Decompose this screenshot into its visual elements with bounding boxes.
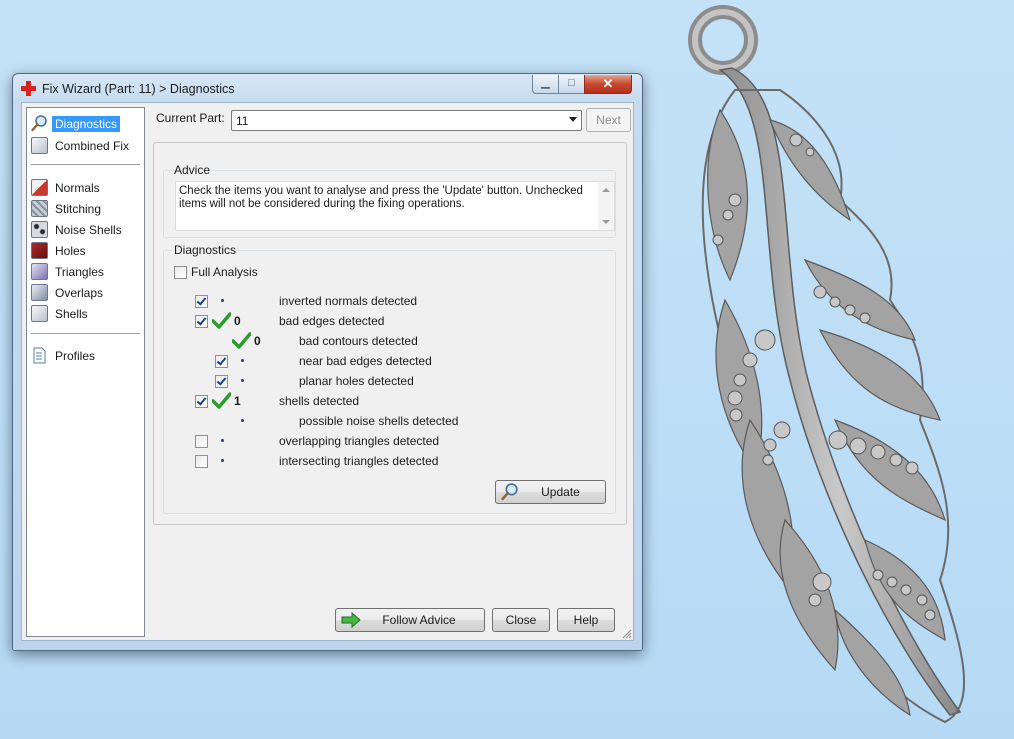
bad-edges-label: bad edges detected	[279, 314, 385, 328]
sidebar-item-label: Noise Shells	[55, 222, 122, 237]
bullet-icon	[241, 359, 244, 362]
red-cross-icon	[21, 81, 36, 96]
title-bar[interactable]: Fix Wizard (Part: 11) > Diagnostics ▁ □ …	[13, 74, 642, 102]
green-check-icon	[232, 332, 251, 349]
shells-label: shells detected	[279, 394, 360, 408]
triangles-icon	[31, 263, 48, 280]
sidebar-item-overlaps[interactable]: Overlaps	[31, 283, 106, 302]
resize-grip-icon[interactable]	[622, 629, 632, 639]
close-window-button[interactable]: ✕	[584, 75, 632, 94]
bad-contours-count: 0	[254, 334, 261, 348]
fix-wizard-window: Fix Wizard (Part: 11) > Diagnostics ▁ □ …	[12, 73, 643, 651]
inverted-normals-label: inverted normals detected	[279, 294, 418, 308]
feather-pendant-model	[688, 5, 966, 724]
near-bad-edges-label: near bad edges detected	[299, 354, 432, 368]
full-analysis-label: Full Analysis	[191, 265, 258, 279]
green-arrow-icon	[341, 612, 361, 628]
maximize-button[interactable]: □	[558, 75, 585, 94]
diagnostics-title: Diagnostics	[172, 243, 239, 257]
sidebar-item-label: Holes	[55, 243, 86, 258]
main-panel: Advice Check the items you want to analy…	[153, 142, 627, 525]
diagnostics-group: Diagnostics Full Analysis inverted norma…	[163, 243, 616, 514]
sidebar: Diagnostics Combined Fix Normals Stitchi…	[26, 107, 145, 637]
planar-holes-label: planar holes detected	[299, 374, 414, 388]
stitching-icon	[31, 200, 48, 217]
advice-title: Advice	[172, 163, 213, 177]
advice-text: Check the items you want to analyse and …	[179, 185, 583, 210]
sidebar-item-normals[interactable]: Normals	[31, 178, 103, 197]
normals-cube-icon	[31, 179, 48, 196]
sidebar-divider	[31, 333, 140, 334]
shells-count: 1	[234, 394, 241, 408]
intersecting-triangles-checkbox[interactable]	[195, 455, 208, 468]
shells-checkbox[interactable]	[195, 395, 208, 408]
full-analysis-checkbox[interactable]	[174, 266, 187, 279]
advice-scrollbar[interactable]	[598, 182, 614, 230]
current-part-dropdown[interactable]: 11	[231, 110, 582, 131]
green-check-icon	[212, 312, 231, 329]
bad-contours-label: bad contours detected	[299, 334, 418, 348]
sidebar-item-stitching[interactable]: Stitching	[31, 199, 104, 218]
update-button[interactable]: Update	[495, 480, 606, 504]
scroll-down-icon[interactable]	[602, 220, 610, 224]
wizard-client-area: Diagnostics Combined Fix Normals Stitchi…	[21, 102, 634, 641]
intersecting-triangles-label: intersecting triangles detected	[279, 454, 439, 468]
advice-textbox[interactable]: Check the items you want to analyse and …	[175, 181, 615, 231]
bad-edges-count: 0	[234, 314, 241, 328]
bad-edges-checkbox[interactable]	[195, 315, 208, 328]
sidebar-item-combined-fix[interactable]: Combined Fix	[31, 136, 132, 155]
sidebar-item-label: Overlaps	[55, 285, 104, 300]
sidebar-item-shells[interactable]: Shells	[31, 304, 91, 323]
overlapping-triangles-checkbox[interactable]	[195, 435, 208, 448]
bullet-icon	[221, 299, 224, 302]
sidebar-item-label: Stitching	[55, 201, 102, 216]
help-button[interactable]: Help	[557, 608, 615, 632]
advice-group: Advice Check the items you want to analy…	[163, 163, 616, 238]
sidebar-item-holes[interactable]: Holes	[31, 241, 89, 260]
inverted-normals-checkbox[interactable]	[195, 295, 208, 308]
next-button[interactable]: Next	[586, 108, 631, 132]
magnifier-icon	[31, 115, 47, 132]
sidebar-item-label: Profiles	[55, 348, 96, 363]
noise-shells-icon	[31, 221, 48, 238]
scroll-up-icon[interactable]	[602, 188, 610, 192]
minimize-button[interactable]: ▁	[532, 75, 559, 94]
overlapping-triangles-label: overlapping triangles detected	[279, 434, 440, 448]
update-button-label: Update	[541, 485, 580, 499]
sidebar-item-label: Combined Fix	[55, 138, 130, 153]
green-check-icon	[212, 392, 231, 409]
follow-advice-label: Follow Advice	[382, 613, 456, 627]
sidebar-item-triangles[interactable]: Triangles	[31, 262, 107, 281]
bullet-icon	[221, 459, 224, 462]
holes-icon	[31, 242, 48, 259]
bullet-icon	[221, 439, 224, 442]
sidebar-item-label: Normals	[55, 180, 100, 195]
sidebar-item-profiles[interactable]: Profiles	[31, 346, 98, 365]
document-icon	[33, 347, 46, 364]
magnifier-icon	[501, 483, 518, 501]
sidebar-item-label: Shells	[55, 306, 88, 321]
sidebar-item-label: Triangles	[55, 264, 104, 279]
bullet-icon	[241, 419, 244, 422]
current-part-label: Current Part:	[156, 111, 225, 125]
sidebar-item-diagnostics[interactable]: Diagnostics	[31, 114, 121, 133]
bullet-icon	[241, 379, 244, 382]
sidebar-item-label: Diagnostics	[52, 115, 121, 132]
noise-shells-label: possible noise shells detected	[299, 414, 459, 428]
planar-holes-checkbox[interactable]	[215, 375, 228, 388]
near-bad-edges-checkbox[interactable]	[215, 355, 228, 368]
chevron-down-icon	[569, 117, 577, 122]
sidebar-divider	[31, 164, 140, 165]
cube-icon	[31, 137, 48, 154]
current-part-value: 11	[236, 114, 249, 128]
shells-icon	[31, 305, 48, 322]
sidebar-item-noise-shells[interactable]: Noise Shells	[31, 220, 125, 239]
close-button[interactable]: Close	[492, 608, 550, 632]
window-title: Fix Wizard (Part: 11) > Diagnostics	[42, 82, 235, 96]
overlaps-icon	[31, 284, 48, 301]
follow-advice-button[interactable]: Follow Advice	[335, 608, 485, 632]
